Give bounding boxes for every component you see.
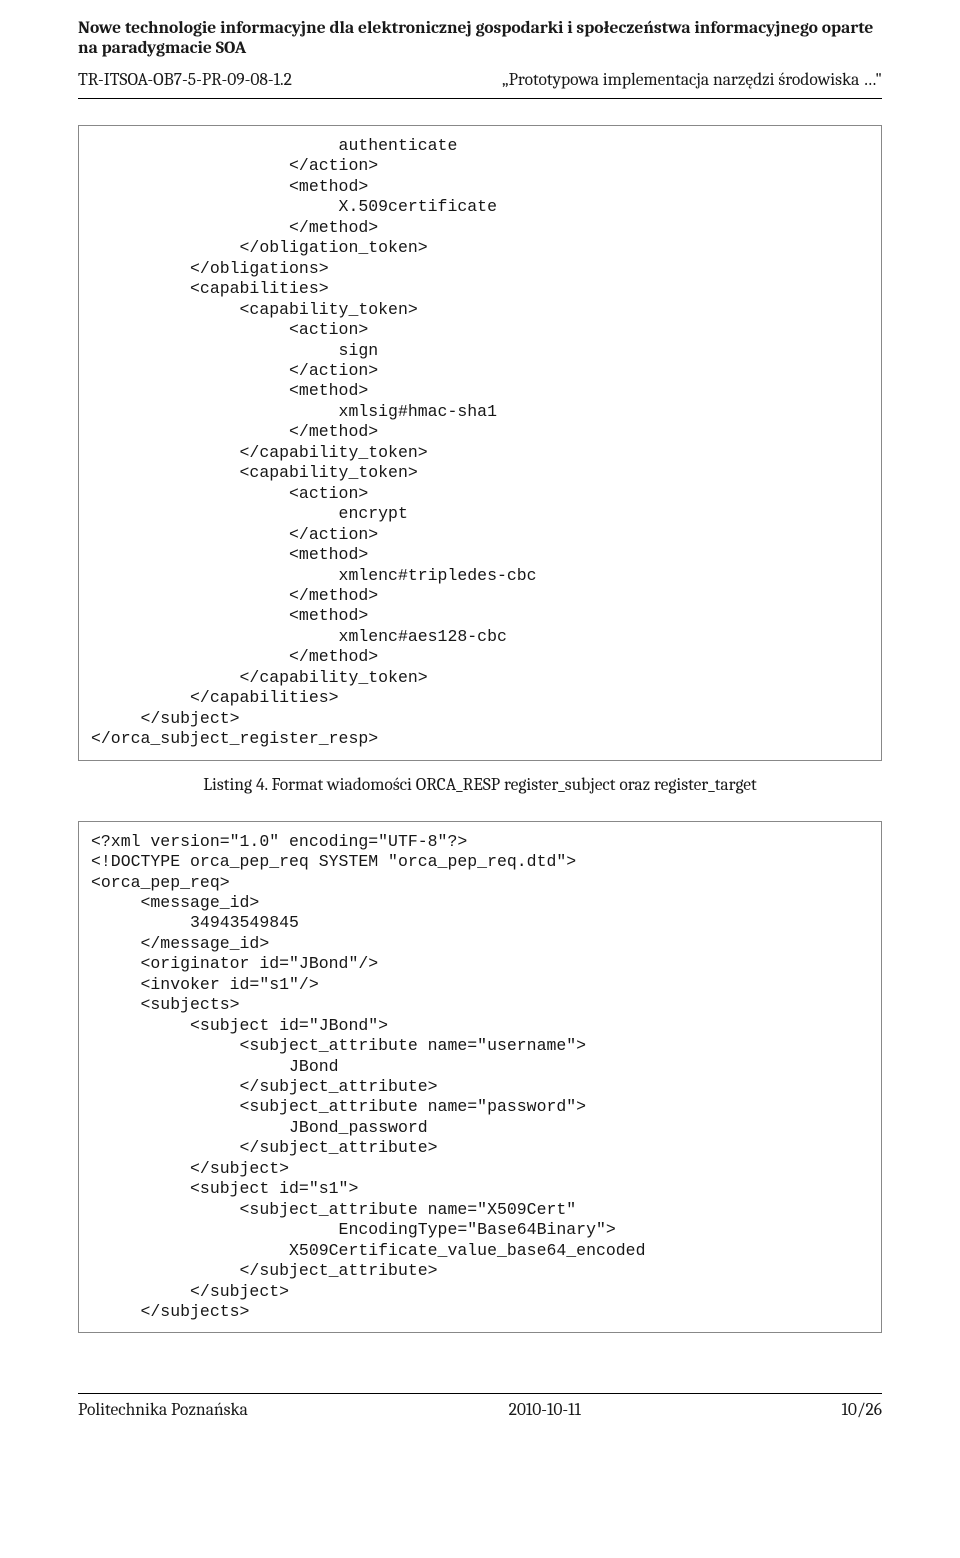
doc-title-right: „Prototypowa implementacja narzędzi środ… bbox=[502, 70, 882, 90]
running-head: Nowe technologie informacyjne dla elektr… bbox=[78, 18, 882, 58]
footer-right: 10/26 bbox=[842, 1400, 882, 1420]
code-box-1: authenticate </action> <method> X.509cer… bbox=[78, 125, 882, 761]
footer-center: 2010-10-11 bbox=[509, 1400, 581, 1420]
header-rule bbox=[78, 98, 882, 99]
footer: Politechnika Poznańska 2010-10-11 10/26 bbox=[78, 1393, 882, 1420]
code-box-2: <?xml version="1.0" encoding="UTF-8"?> <… bbox=[78, 821, 882, 1334]
footer-rule bbox=[78, 1393, 882, 1394]
code-listing-2: <?xml version="1.0" encoding="UTF-8"?> <… bbox=[91, 832, 869, 1323]
footer-left: Politechnika Poznańska bbox=[78, 1400, 248, 1420]
code-listing-1: authenticate </action> <method> X.509cer… bbox=[91, 136, 869, 750]
sub-header-row: TR-ITSOA-OB7-5-PR-09-08-1.2 „Prototypowa… bbox=[78, 70, 882, 90]
listing-caption: Listing 4. Format wiadomości ORCA_RESP r… bbox=[78, 775, 882, 795]
page: Nowe technologie informacyjne dla elektr… bbox=[0, 0, 960, 1480]
doc-id: TR-ITSOA-OB7-5-PR-09-08-1.2 bbox=[78, 70, 292, 90]
footer-row: Politechnika Poznańska 2010-10-11 10/26 bbox=[78, 1400, 882, 1420]
